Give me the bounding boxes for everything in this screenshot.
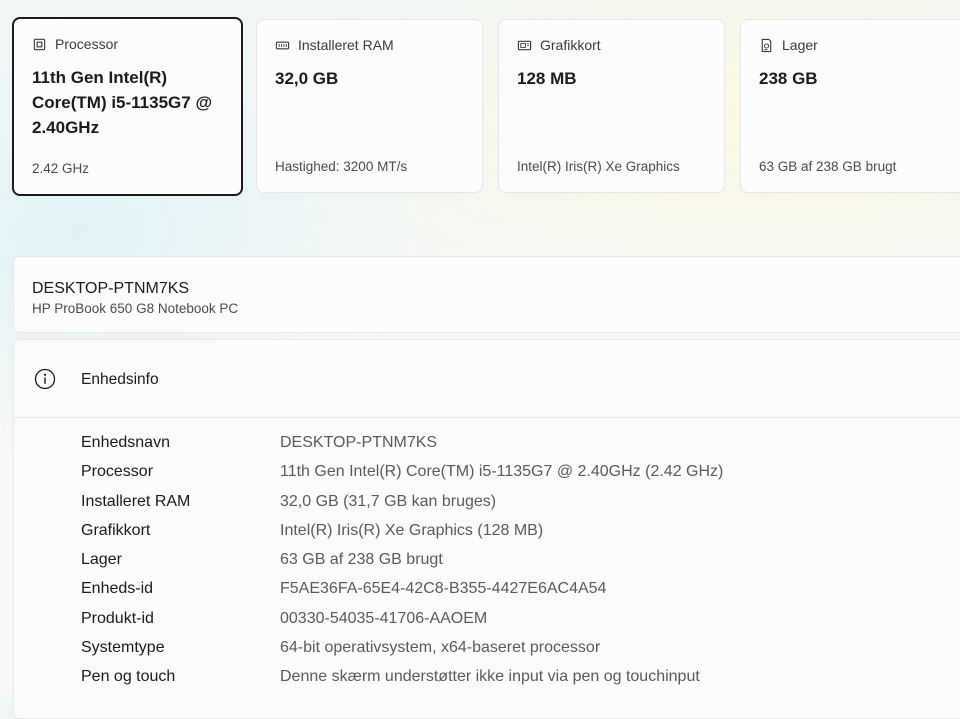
- info-key: Pen og touch: [81, 668, 176, 686]
- info-icon: [34, 368, 56, 390]
- info-value: 64-bit operativsystem, x64-baseret proce…: [280, 639, 601, 657]
- card-subtitle: 63 GB af 238 GB brugt: [759, 159, 897, 174]
- gpu-icon: [517, 40, 532, 50]
- card-title: Grafikkort: [540, 37, 601, 53]
- info-key: Produkt-id: [81, 609, 154, 627]
- info-row-system-type: Systemtype 64-bit operativsystem, x64-ba…: [81, 633, 960, 662]
- info-value: 63 GB af 238 GB brugt: [280, 551, 443, 569]
- device-info-panel: Enhedsinfo Enhedsnavn DESKTOP-PTNM7KS Pr…: [13, 339, 960, 719]
- info-row-device-id: Enheds-id F5AE36FA-65E4-42C8-B355-4427E6…: [81, 574, 960, 603]
- info-key: Processor: [81, 463, 154, 481]
- info-row-pen-touch: Pen og touch Denne skærm understøtter ik…: [81, 662, 960, 691]
- info-row-gpu: Grafikkort Intel(R) Iris(R) Xe Graphics …: [81, 516, 960, 545]
- device-name: DESKTOP-PTNM7KS: [32, 280, 190, 297]
- info-key: Installeret RAM: [81, 492, 191, 510]
- card-title: Lager: [782, 37, 818, 53]
- card-value: 32,0 GB: [275, 69, 339, 88]
- processor-card[interactable]: Processor 11th Gen Intel(R) Core(TM) i5-…: [12, 17, 243, 196]
- card-subtitle: 2.42 GHz: [32, 161, 90, 176]
- info-value: 32,0 GB (31,7 GB kan bruges): [280, 492, 497, 510]
- card-value: 11th Gen Intel(R) Core(TM) i5-1135G7 @ 2…: [32, 68, 213, 137]
- processor-card-header: Processor: [32, 36, 118, 52]
- info-row-product-id: Produkt-id 00330-54035-41706-AAOEM: [81, 604, 960, 633]
- device-info-header[interactable]: Enhedsinfo: [14, 340, 960, 418]
- card-value: 128 MB: [517, 69, 577, 88]
- info-value[interactable]: F5AE36FA-65E4-42C8-B355-4427E6AC4A54: [280, 574, 606, 603]
- info-key: Enheds-id: [81, 580, 154, 598]
- storage-icon: [761, 38, 772, 52]
- card-value: 238 GB: [759, 69, 818, 88]
- info-row-device-name: Enhedsnavn DESKTOP-PTNM7KS: [81, 428, 960, 457]
- info-row-ram: Installeret RAM 32,0 GB (31,7 GB kan bru…: [81, 487, 960, 516]
- info-value: Denne skærm understøtter ikke input via …: [280, 668, 700, 686]
- card-subtitle: Hastighed: 3200 MT/s: [275, 159, 408, 174]
- card-title: Processor: [55, 36, 119, 52]
- info-row-processor: Processor 11th Gen Intel(R) Core(TM) i5-…: [81, 457, 960, 486]
- device-info-list: Enhedsnavn DESKTOP-PTNM7KS Processor 11t…: [81, 428, 960, 692]
- info-value[interactable]: 00330-54035-41706-AAOEM: [280, 604, 487, 633]
- cpu-icon: [33, 38, 46, 50]
- info-key: Enhedsnavn: [81, 434, 170, 451]
- ram-card-header: Installeret RAM: [275, 37, 394, 53]
- gpu-card-header: Grafikkort: [517, 37, 601, 53]
- info-row-storage: Lager 63 GB af 238 GB brugt: [81, 545, 960, 574]
- card-subtitle: Intel(R) Iris(R) Xe Graphics: [517, 159, 680, 174]
- info-key: Lager: [81, 551, 122, 569]
- info-value: Intel(R) Iris(R) Xe Graphics (128 MB): [280, 521, 544, 539]
- info-value: 11th Gen Intel(R) Core(TM) i5-1135G7 @ 2…: [280, 463, 724, 481]
- device-info-title: Enhedsinfo: [81, 371, 159, 388]
- storage-card-header: Lager: [759, 37, 818, 53]
- gpu-card[interactable]: Grafikkort 128 MB Intel(R) Iris(R) Xe Gr…: [498, 19, 725, 193]
- device-model: HP ProBook 650 G8 Notebook PC: [32, 301, 239, 316]
- info-key: Grafikkort: [81, 521, 151, 539]
- ram-card[interactable]: Installeret RAM 32,0 GB Hastighed: 3200 …: [256, 19, 483, 193]
- ram-icon: [275, 41, 290, 49]
- device-name-panel: DESKTOP-PTNM7KS HP ProBook 650 G8 Notebo…: [13, 256, 960, 333]
- info-key: Systemtype: [81, 639, 165, 657]
- card-title: Installeret RAM: [298, 37, 394, 53]
- storage-card[interactable]: Lager 238 GB 63 GB af 238 GB brugt: [740, 19, 960, 193]
- info-value: DESKTOP-PTNM7KS: [280, 434, 438, 451]
